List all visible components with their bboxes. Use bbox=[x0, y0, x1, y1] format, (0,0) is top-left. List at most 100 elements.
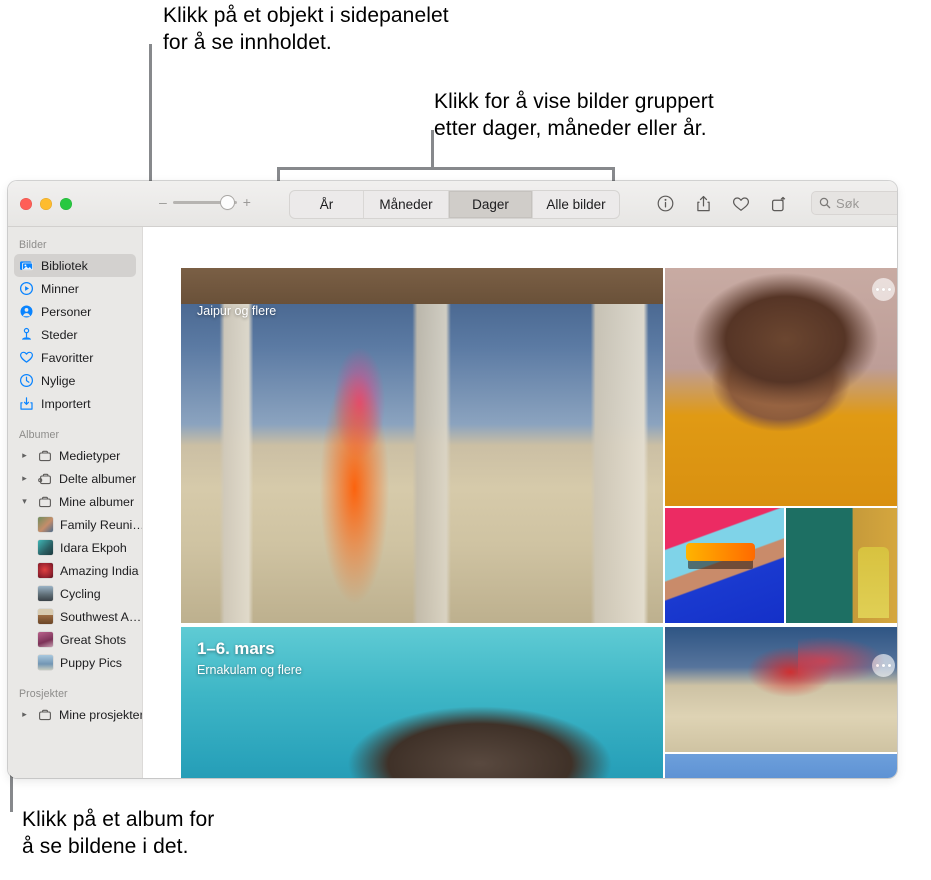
toolbar-action-buttons bbox=[651, 190, 793, 217]
clock-icon bbox=[19, 373, 34, 388]
day-group-place: Ernakulam og flere bbox=[197, 663, 302, 677]
zoom-button[interactable] bbox=[60, 198, 72, 210]
callout-album-text: Klikk på et album for å se bildene i det… bbox=[22, 806, 214, 861]
sidebar-item-family-reunion[interactable]: Family Reuni… bbox=[8, 513, 142, 536]
callout-grouping-leader-left-tick bbox=[277, 167, 280, 182]
sidebar-item-bibliotek[interactable]: Bibliotek bbox=[14, 254, 136, 277]
callout-grouping-leader-arm bbox=[277, 167, 615, 170]
folder-icon bbox=[37, 707, 52, 722]
sidebar-section-albums-header: Albumer bbox=[8, 415, 142, 444]
sidebar-item-label: Family Reuni… bbox=[60, 518, 143, 532]
people-icon bbox=[19, 304, 34, 319]
sidebar-item-favoritter[interactable]: Favoritter bbox=[8, 346, 142, 369]
view-mode-segmented-control[interactable]: År Måneder Dager Alle bilder bbox=[289, 190, 620, 219]
heart-icon bbox=[19, 350, 34, 365]
window-body: Bilder Bibliotek Minner Personer Steder … bbox=[8, 227, 897, 778]
photo-grid-area: 23–28. feb. Jaipur og flere 1–6. mars bbox=[143, 227, 897, 778]
slider-knob[interactable] bbox=[221, 196, 234, 209]
sidebar-item-nylige[interactable]: Nylige bbox=[8, 369, 142, 392]
chevron-down-icon[interactable]: ▾ bbox=[19, 496, 30, 507]
tab-all-photos[interactable]: Alle bilder bbox=[533, 191, 619, 218]
sidebar-item-label: Amazing India bbox=[60, 564, 139, 578]
folder-icon bbox=[37, 448, 52, 463]
tab-months[interactable]: Måneder bbox=[364, 191, 449, 218]
album-thumbnail bbox=[38, 540, 53, 555]
thumbnail-size-slider[interactable]: – + bbox=[159, 195, 251, 209]
bmx-rider-photo[interactable] bbox=[665, 627, 897, 752]
sidebar-item-amazing-india[interactable]: Amazing India bbox=[8, 559, 142, 582]
sidebar-item-label: Medietyper bbox=[59, 449, 120, 463]
album-thumbnail bbox=[38, 632, 53, 647]
zoom-in-icon[interactable]: + bbox=[243, 195, 251, 209]
sidebar-item-label: Delte albumer bbox=[59, 472, 136, 486]
import-icon bbox=[19, 396, 34, 411]
sidebar-item-steder[interactable]: Steder bbox=[8, 323, 142, 346]
search-field[interactable]: Søk bbox=[811, 191, 897, 215]
library-icon bbox=[19, 258, 34, 273]
sidebar-item-label: Great Shots bbox=[60, 633, 126, 647]
dancer-temple-photo[interactable]: 23–28. feb. Jaipur og flere bbox=[181, 268, 663, 623]
sidebar-item-idara-ekpoh[interactable]: Idara Ekpoh bbox=[8, 536, 142, 559]
day-group-label: 23–28. feb. Jaipur og flere bbox=[197, 280, 283, 318]
minimize-button[interactable] bbox=[40, 198, 52, 210]
sidebar-item-label: Importert bbox=[41, 397, 91, 411]
more-options-button[interactable] bbox=[872, 654, 895, 677]
shared-folder-icon bbox=[37, 471, 52, 486]
callout-sidebar-text: Klikk på et objekt i sidepanelet for å s… bbox=[163, 2, 449, 57]
sidebar-item-importert[interactable]: Importert bbox=[8, 392, 142, 415]
more-options-button[interactable] bbox=[872, 278, 895, 301]
tab-days[interactable]: Dager bbox=[449, 191, 533, 218]
zoom-out-icon[interactable]: – bbox=[159, 195, 167, 209]
sidebar-item-great-shots[interactable]: Great Shots bbox=[8, 628, 142, 651]
sidebar-item-label: Personer bbox=[41, 305, 91, 319]
day-group-date: 1–6. mars bbox=[197, 639, 302, 659]
sidebar-item-label: Nylige bbox=[41, 374, 75, 388]
sidebar-item-mine-albumer[interactable]: ▾ Mine albumer bbox=[8, 490, 142, 513]
sidebar-item-minner[interactable]: Minner bbox=[8, 277, 142, 300]
share-icon[interactable] bbox=[689, 190, 717, 217]
day-group: 23–28. feb. Jaipur og flere bbox=[181, 268, 897, 625]
places-icon bbox=[19, 327, 34, 342]
woman-green-door-photo[interactable] bbox=[786, 508, 897, 623]
traffic-light-buttons bbox=[20, 198, 72, 210]
sidebar-item-mine-prosjekter[interactable]: ▸ Mine prosjekter bbox=[8, 703, 142, 726]
sidebar-item-label: Bibliotek bbox=[41, 259, 88, 273]
chevron-right-icon[interactable]: ▸ bbox=[19, 473, 30, 484]
chevron-right-icon[interactable]: ▸ bbox=[19, 450, 30, 461]
tab-years[interactable]: År bbox=[290, 191, 364, 218]
search-icon bbox=[819, 197, 831, 209]
sidebar-item-label: Idara Ekpoh bbox=[60, 541, 127, 555]
heart-icon[interactable] bbox=[727, 190, 755, 217]
chevron-right-icon[interactable]: ▸ bbox=[19, 709, 30, 720]
album-thumbnail bbox=[38, 655, 53, 670]
man-sunglasses-photo[interactable] bbox=[665, 508, 784, 623]
day-group-date: 23–28. feb. bbox=[197, 280, 283, 300]
slider-track[interactable] bbox=[173, 201, 237, 204]
sidebar-item-label: Mine albumer bbox=[59, 495, 134, 509]
sidebar-item-southwest-adventure[interactable]: Southwest A… bbox=[8, 605, 142, 628]
window-toolbar: – + År Måneder Dager Alle bilder bbox=[8, 181, 897, 227]
sky-portrait-photo[interactable] bbox=[665, 754, 897, 778]
album-thumbnail bbox=[38, 563, 53, 578]
sidebar-item-cycling[interactable]: Cycling bbox=[8, 582, 142, 605]
sidebar-item-label: Puppy Pics bbox=[60, 656, 122, 670]
album-thumbnail bbox=[38, 517, 53, 532]
swimmer-pool-photo[interactable]: 1–6. mars Ernakulam og flere bbox=[181, 627, 663, 778]
photos-app-window: – + År Måneder Dager Alle bilder bbox=[8, 181, 897, 778]
sidebar-item-label: Steder bbox=[41, 328, 78, 342]
sidebar-item-label: Southwest A… bbox=[60, 610, 141, 624]
callout-grouping-text: Klikk for å vise bilder gruppert etter d… bbox=[434, 88, 714, 143]
sidebar-item-delte-albumer[interactable]: ▸ Delte albumer bbox=[8, 467, 142, 490]
sidebar-item-personer[interactable]: Personer bbox=[8, 300, 142, 323]
sidebar-item-medietyper[interactable]: ▸ Medietyper bbox=[8, 444, 142, 467]
sidebar-item-label: Mine prosjekter bbox=[59, 708, 143, 722]
elder-woman-photo[interactable] bbox=[665, 268, 897, 506]
callout-grouping-leader-right-tick bbox=[612, 167, 615, 182]
sidebar-item-puppy-pics[interactable]: Puppy Pics bbox=[8, 651, 142, 674]
search-placeholder: Søk bbox=[836, 196, 859, 211]
close-button[interactable] bbox=[20, 198, 32, 210]
info-icon[interactable] bbox=[651, 190, 679, 217]
sidebar-section-photos-header: Bilder bbox=[8, 233, 142, 254]
photo-grid: 23–28. feb. Jaipur og flere 1–6. mars bbox=[181, 268, 897, 778]
rotate-icon[interactable] bbox=[765, 190, 793, 217]
